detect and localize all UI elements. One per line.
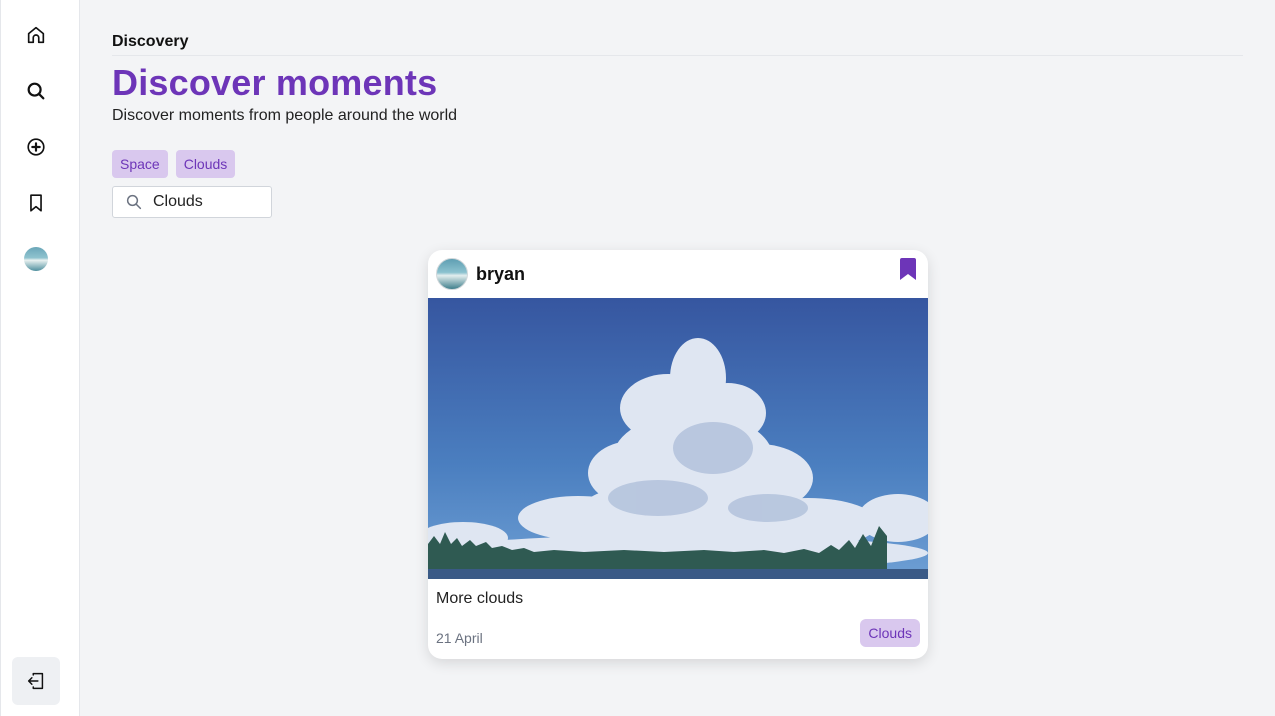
post-header: bryan	[436, 258, 525, 290]
post-author-name[interactable]: bryan	[476, 264, 525, 285]
bookmark-filled-icon[interactable]	[898, 258, 918, 282]
logout-icon	[27, 672, 44, 690]
tag-filter-clouds[interactable]: Clouds	[175, 150, 236, 178]
post-image[interactable]	[428, 298, 928, 579]
nav-profile-button[interactable]	[17, 240, 55, 278]
search-icon	[27, 82, 45, 100]
avatar	[24, 247, 48, 271]
search-input[interactable]	[153, 193, 263, 211]
nav-bookmarks-button[interactable]	[17, 184, 55, 222]
page-title: Discover moments	[112, 62, 438, 103]
post-card[interactable]: bryan More clouds 21 April Clouds	[428, 250, 928, 659]
home-icon	[27, 26, 45, 44]
post-date: 21 April	[436, 630, 483, 646]
tag-filter-space[interactable]: Space	[112, 150, 168, 178]
tag-filter-list: Space Clouds	[112, 150, 236, 178]
page-subtitle: Discover moments from people around the …	[112, 107, 458, 124]
nav-create-button[interactable]	[17, 128, 55, 166]
nav-search-button[interactable]	[17, 72, 55, 110]
search-icon	[126, 194, 142, 210]
sidebar	[0, 0, 80, 716]
nav-home-button[interactable]	[17, 16, 55, 54]
post-caption: More clouds	[436, 590, 524, 607]
logout-button[interactable]	[12, 657, 60, 705]
plus-circle-icon	[27, 138, 45, 156]
post-author-avatar[interactable]	[436, 258, 468, 290]
search-box	[112, 186, 272, 218]
post-tag[interactable]: Clouds	[860, 619, 920, 647]
breadcrumb: Discovery	[112, 33, 1243, 56]
bookmark-icon	[30, 194, 42, 212]
